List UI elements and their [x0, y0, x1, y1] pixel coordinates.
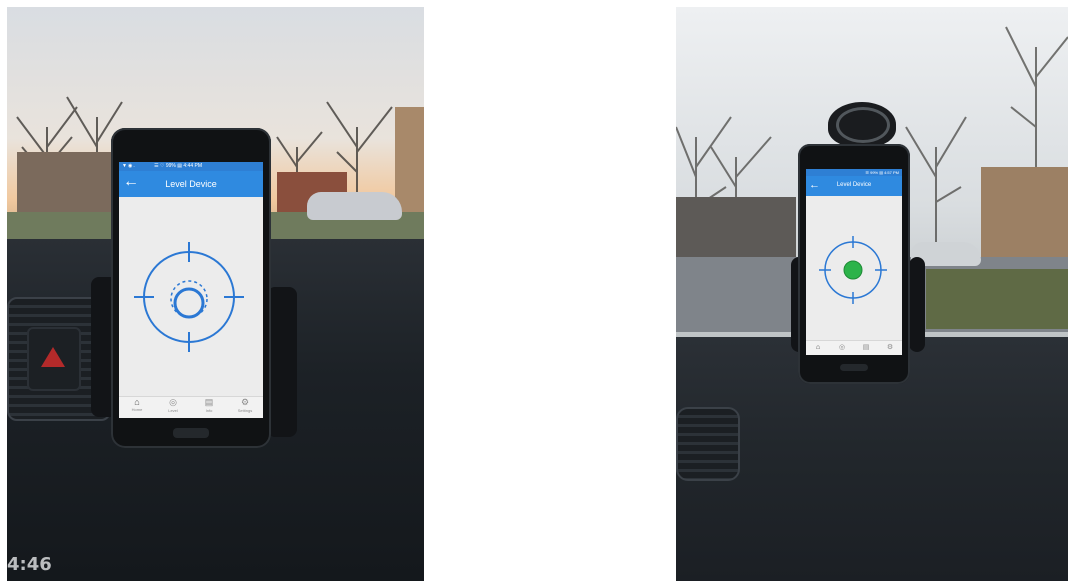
tab-level[interactable]: ◎ Level	[155, 397, 191, 418]
lawn	[926, 269, 1068, 329]
dashboard-clock: 4:46	[7, 554, 52, 575]
tab-info[interactable]: ▤	[854, 341, 878, 355]
gear-icon: ⚙	[240, 397, 250, 407]
page-title: Level Device	[165, 179, 217, 189]
building	[981, 167, 1068, 257]
level-icon: ◎	[169, 397, 177, 407]
app-bar: ← Level Device	[806, 176, 902, 196]
tab-level[interactable]: ◎	[830, 341, 854, 355]
phone-screen: ☰ 99% ▤ 4:57 PM ← Level Device ⌂ ◎ ▤ ⚙	[806, 169, 902, 355]
building	[395, 107, 424, 212]
tab-settings[interactable]: ⚙	[878, 341, 902, 355]
phone-home-button	[173, 428, 209, 438]
level-crosshair	[819, 236, 887, 304]
status-bar: ▼ ◉ . ☰ ♡ 99% ▤ 4:44 PM	[119, 162, 263, 171]
hazard-button	[27, 327, 81, 391]
phone: ▼ ◉ . ☰ ♡ 99% ▤ 4:44 PM ← Level Device ⌂…	[111, 128, 271, 448]
status-bar: ☰ 99% ▤ 4:57 PM	[806, 169, 902, 176]
home-icon: ⌂	[134, 397, 140, 407]
level-icon: ◎	[838, 344, 846, 351]
building	[17, 152, 112, 212]
level-crosshair	[134, 242, 244, 352]
tab-bar: ⌂ Home ◎ Level ▤ Info ⚙ Settings	[119, 396, 263, 418]
phone-screen: ▼ ◉ . ☰ ♡ 99% ▤ 4:44 PM ← Level Device ⌂…	[119, 162, 263, 418]
info-icon: ▤	[204, 397, 214, 407]
tab-info[interactable]: ▤ Info	[191, 397, 227, 418]
app-bar: ← Level Device	[119, 171, 263, 197]
phone: ☰ 99% ▤ 4:57 PM ← Level Device ⌂ ◎ ▤ ⚙	[798, 144, 910, 384]
info-icon: ▤	[862, 344, 870, 351]
phone-home-button	[840, 364, 868, 371]
home-icon: ⌂	[815, 344, 821, 351]
suction-ring	[836, 107, 890, 143]
mount-arm-right	[909, 257, 925, 352]
mount-arm-right	[267, 287, 297, 437]
photo-right-phone-on-windshield: ☰ 99% ▤ 4:57 PM ← Level Device ⌂ ◎ ▤ ⚙	[676, 7, 1068, 581]
gear-icon: ⚙	[886, 344, 894, 351]
tab-home[interactable]: ⌂	[806, 341, 830, 355]
building	[676, 197, 796, 257]
tab-settings[interactable]: ⚙ Settings	[227, 397, 263, 418]
level-ok-indicator	[843, 260, 863, 280]
level-view	[806, 196, 902, 341]
photo-left-phone-in-car: ▼ ◉ . ☰ ♡ 99% ▤ 4:44 PM ← Level Device ⌂…	[7, 7, 424, 581]
page-title: Level Device	[836, 182, 872, 188]
parked-car	[307, 192, 402, 220]
tab-bar: ⌂ ◎ ▤ ⚙	[806, 340, 902, 355]
tab-home[interactable]: ⌂ Home	[119, 397, 155, 418]
level-view	[119, 197, 263, 397]
air-vent	[676, 407, 740, 481]
hazard-icon	[41, 347, 65, 367]
